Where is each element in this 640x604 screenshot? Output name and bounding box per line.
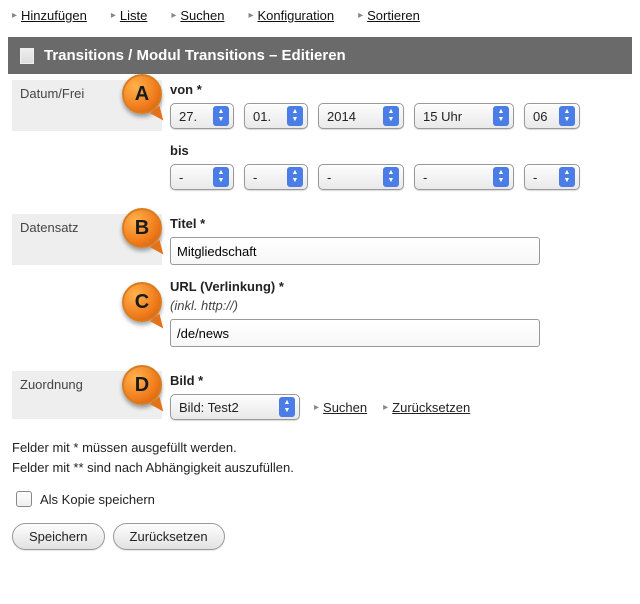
nav-list[interactable]: ▸ Liste bbox=[111, 8, 148, 23]
titel-block: Titel * bbox=[170, 216, 624, 265]
bis-minute-select[interactable]: - bbox=[524, 164, 580, 190]
checkbox-icon[interactable] bbox=[16, 491, 32, 507]
stepper-icon bbox=[559, 167, 575, 187]
row-zuordnung: Zuordnung D Bild * Bild: Test2 ▸ Suchen bbox=[8, 365, 632, 428]
stepper-icon bbox=[213, 106, 229, 126]
bis-month-select[interactable]: - bbox=[244, 164, 308, 190]
stepper-icon bbox=[383, 167, 399, 187]
row-datum: Datum/Frei A von * 27. 01. 2014 15 Uhr 0… bbox=[8, 74, 632, 208]
bild-search-label: Suchen bbox=[323, 400, 367, 415]
bis-label: bis bbox=[170, 143, 624, 158]
nav-sort[interactable]: ▸ Sortieren bbox=[358, 8, 420, 23]
nav-add-label: Hinzufügen bbox=[21, 8, 87, 23]
url-hint: (inkl. http://) bbox=[170, 298, 624, 313]
titel-input[interactable] bbox=[170, 237, 540, 265]
annotation-a: A bbox=[122, 74, 162, 114]
stepper-icon bbox=[383, 106, 399, 126]
nav-config-label: Konfiguration bbox=[257, 8, 334, 23]
arrow-icon: ▸ bbox=[111, 10, 116, 21]
arrow-icon: ▸ bbox=[314, 402, 319, 413]
stepper-icon bbox=[213, 167, 229, 187]
von-year-select[interactable]: 2014 bbox=[318, 103, 404, 129]
bild-select[interactable]: Bild: Test2 bbox=[170, 394, 300, 420]
stepper-icon bbox=[493, 167, 509, 187]
annotation-d: D bbox=[122, 365, 162, 405]
stepper-icon bbox=[559, 106, 575, 126]
annotation-b: B bbox=[122, 208, 162, 248]
stepper-icon bbox=[287, 106, 303, 126]
arrow-icon: ▸ bbox=[171, 10, 176, 21]
bis-hour-select[interactable]: - bbox=[414, 164, 514, 190]
nav-config[interactable]: ▸ Konfiguration bbox=[248, 8, 334, 23]
row-datensatz: Datensatz B Titel * C URL (Verlinkung) *… bbox=[8, 208, 632, 365]
bis-year-select[interactable]: - bbox=[318, 164, 404, 190]
required-notes: Felder mit * müssen ausgefüllt werden. F… bbox=[12, 438, 632, 477]
stepper-icon bbox=[493, 106, 509, 126]
save-as-copy-label: Als Kopie speichern bbox=[40, 492, 155, 507]
arrow-icon: ▸ bbox=[383, 402, 388, 413]
annotation-c: C bbox=[122, 282, 162, 322]
bild-search-link[interactable]: ▸ Suchen bbox=[314, 400, 367, 415]
reset-button[interactable]: Zurücksetzen bbox=[113, 523, 225, 550]
save-as-copy[interactable]: Als Kopie speichern bbox=[16, 491, 632, 507]
nav-add[interactable]: ▸ Hinzufügen bbox=[12, 8, 87, 23]
von-block: von * 27. 01. 2014 15 Uhr 06 bbox=[170, 82, 624, 129]
stepper-icon bbox=[279, 397, 295, 417]
url-label: URL (Verlinkung) * bbox=[170, 279, 624, 294]
nav-list-label: Liste bbox=[120, 8, 147, 23]
action-buttons: Speichern Zurücksetzen bbox=[12, 523, 632, 550]
nav-search-label: Suchen bbox=[180, 8, 224, 23]
top-nav: ▸ Hinzufügen ▸ Liste ▸ Suchen ▸ Konfigur… bbox=[8, 8, 632, 23]
von-hour-select[interactable]: 15 Uhr bbox=[414, 103, 514, 129]
bild-block: Bild * Bild: Test2 ▸ Suchen ▸ Zurückse bbox=[170, 373, 624, 420]
arrow-icon: ▸ bbox=[12, 10, 17, 21]
bild-links: ▸ Suchen ▸ Zurücksetzen bbox=[314, 400, 470, 415]
panel-header: Transitions / Modul Transitions – Editie… bbox=[8, 37, 632, 74]
edit-panel: Transitions / Modul Transitions – Editie… bbox=[8, 37, 632, 550]
bild-reset-label: Zurücksetzen bbox=[392, 400, 470, 415]
url-block: URL (Verlinkung) * (inkl. http://) bbox=[170, 279, 624, 347]
bild-reset-link[interactable]: ▸ Zurücksetzen bbox=[383, 400, 470, 415]
von-label: von * bbox=[170, 82, 624, 97]
titel-label: Titel * bbox=[170, 216, 624, 231]
nav-search[interactable]: ▸ Suchen bbox=[171, 8, 224, 23]
arrow-icon: ▸ bbox=[248, 10, 253, 21]
url-input[interactable] bbox=[170, 319, 540, 347]
panel-title: Transitions / Modul Transitions – Editie… bbox=[44, 47, 346, 64]
bis-block: bis - - - - - bbox=[170, 143, 624, 190]
save-button[interactable]: Speichern bbox=[12, 523, 105, 550]
von-minute-select[interactable]: 06 bbox=[524, 103, 580, 129]
document-icon bbox=[20, 48, 34, 64]
stepper-icon bbox=[287, 167, 303, 187]
von-day-select[interactable]: 27. bbox=[170, 103, 234, 129]
note-dependent: Felder mit ** sind nach Abhängigkeit aus… bbox=[12, 458, 632, 478]
arrow-icon: ▸ bbox=[358, 10, 363, 21]
bild-label: Bild * bbox=[170, 373, 624, 388]
note-required: Felder mit * müssen ausgefüllt werden. bbox=[12, 438, 632, 458]
nav-sort-label: Sortieren bbox=[367, 8, 420, 23]
bis-day-select[interactable]: - bbox=[170, 164, 234, 190]
von-month-select[interactable]: 01. bbox=[244, 103, 308, 129]
